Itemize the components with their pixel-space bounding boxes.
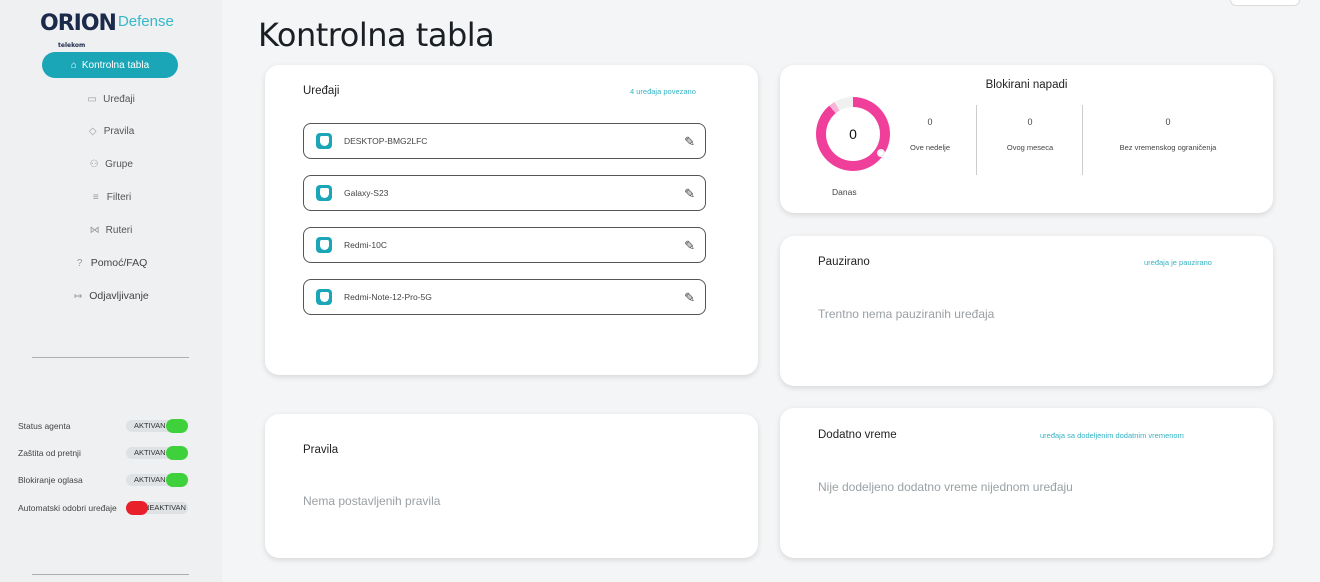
sidebar-item-kontrolna-tabla[interactable]: ⌂ Kontrolna tabla — [42, 52, 178, 78]
sidebar-item-uredjaji[interactable]: ▭ Uređaji — [0, 91, 222, 107]
logo-product: Defense — [117, 13, 174, 30]
edit-icon[interactable]: ✎ — [684, 290, 695, 306]
toggle-knob — [166, 473, 188, 487]
sidebar-item-label: Filteri — [106, 191, 132, 203]
threat-protection-row: Zaštita od pretnji AKTIVAN — [18, 442, 198, 464]
orion-defense-logo[interactable]: ORION telekom Defense — [40, 12, 174, 50]
toggle-knob — [126, 501, 148, 515]
extra-time-empty-text: Nije dodeljeno dodatno vreme nijednom ur… — [818, 480, 1073, 494]
sidebar-item-label: Grupe — [105, 158, 133, 170]
edit-icon[interactable]: ✎ — [684, 134, 695, 150]
month-value: 0 — [1027, 117, 1033, 127]
rules-card: Pravila Nema postavljenih pravila — [265, 414, 758, 558]
status-label: Zaštita od pretnji — [18, 447, 81, 458]
edit-icon[interactable]: ✎ — [684, 186, 695, 202]
logout-icon: ↦ — [74, 290, 83, 302]
router-icon: ⋈ — [89, 224, 100, 236]
today-value: 0 — [826, 107, 880, 161]
week-label: Ove nedelje — [909, 143, 951, 152]
extra-time-card-title: Dodatno vreme — [818, 429, 897, 441]
status-label: Status agenta — [18, 420, 71, 431]
devices-card-title: Uređaji — [303, 85, 340, 97]
device-row[interactable]: Redmi-Note-12-Pro-5G ✎ — [303, 279, 706, 315]
sidebar-item-pomoc[interactable]: ? Pomoć/FAQ — [0, 255, 222, 271]
logo-brand: ORION telekom — [40, 12, 117, 50]
shield-icon — [316, 289, 332, 305]
device-name: Redmi-10C — [344, 240, 387, 250]
toggle-knob — [166, 419, 188, 433]
sidebar-item-ruteri[interactable]: ⋈ Ruteri — [0, 222, 222, 238]
device-row[interactable]: Redmi-10C ✎ — [303, 227, 706, 263]
device-row[interactable]: DESKTOP-BMG2LFC ✎ — [303, 123, 706, 159]
ad-blocking-toggle[interactable]: AKTIVAN — [126, 473, 188, 487]
ring-handle — [877, 149, 885, 157]
today-ring-chart: 0 — [816, 97, 890, 171]
sidebar-divider — [32, 574, 189, 575]
paused-empty-text: Trentno nema pauziranih uređaja — [818, 307, 995, 321]
sidebar-item-filteri[interactable]: ≡ Filteri — [0, 189, 222, 205]
extra-time-card: Dodatno vreme uređaja sa dodeljenim doda… — [780, 408, 1273, 558]
stat-separator — [1082, 105, 1083, 175]
status-agent-toggle[interactable]: AKTIVAN — [126, 419, 188, 433]
devices-count-link[interactable]: 4 uređaja povezano — [630, 87, 696, 96]
device-row[interactable]: Galaxy-S23 ✎ — [303, 175, 706, 211]
sidebar-item-label: Pravila — [103, 125, 135, 137]
page-title: Kontrolna tabla — [258, 16, 495, 54]
sidebar-divider — [32, 357, 189, 358]
shield-icon — [316, 185, 332, 201]
status-agent-row: Status agenta AKTIVAN — [18, 415, 198, 437]
sidebar-item-pravila[interactable]: ◇ Pravila — [0, 123, 222, 139]
filter-icon: ≡ — [92, 191, 99, 203]
toggle-knob — [166, 446, 188, 460]
blocked-card-title: Blokirani napadi — [985, 79, 1068, 91]
total-value: 0 — [1165, 117, 1171, 127]
month-label: Ovog meseca — [1006, 143, 1054, 152]
shield-icon — [316, 133, 332, 149]
edit-icon[interactable]: ✎ — [684, 238, 695, 254]
sidebar-item-label: Pomoć/FAQ — [90, 257, 148, 269]
device-name: Redmi-Note-12-Pro-5G — [344, 292, 432, 302]
rules-card-title: Pravila — [303, 444, 339, 456]
device-name: Galaxy-S23 — [344, 188, 389, 198]
total-label: Bez vremenskog ograničenja — [1119, 143, 1217, 152]
sidebar-item-label: Ruteri — [105, 224, 133, 236]
devices-icon: ▭ — [87, 93, 97, 105]
sidebar-item-grupe[interactable]: ⚇ Grupe — [0, 156, 222, 172]
extra-time-link[interactable]: uređaja sa dodeljenim dodatnim vremenom — [1040, 431, 1184, 440]
week-value: 0 — [927, 117, 933, 127]
sidebar: ORION telekom Defense ⌂ Kontrolna tabla … — [0, 0, 222, 582]
auto-approve-toggle[interactable]: NEAKTIVAN — [126, 501, 188, 515]
sidebar-item-label: Uređaji — [103, 93, 135, 105]
paused-card: Pauzirano uređaja je pauzirano Trentno n… — [780, 236, 1273, 386]
threat-protection-toggle[interactable]: AKTIVAN — [126, 446, 188, 460]
group-icon: ⚇ — [89, 158, 99, 170]
shield-icon — [316, 237, 332, 253]
sidebar-item-label: Kontrolna tabla — [81, 59, 150, 71]
paused-card-title: Pauzirano — [818, 256, 870, 268]
ad-blocking-row: Blokiranje oglasa AKTIVAN — [18, 469, 198, 491]
device-name: DESKTOP-BMG2LFC — [344, 136, 428, 146]
top-right-control[interactable] — [1230, 0, 1300, 6]
sidebar-item-label: Odjavljivanje — [89, 290, 149, 302]
rules-empty-text: Nema postavljenih pravila — [303, 494, 441, 508]
help-icon: ? — [76, 257, 83, 269]
status-label: Blokiranje oglasa — [18, 474, 83, 485]
today-label: Danas — [832, 187, 857, 197]
status-label: Automatski odobri uređaje — [18, 502, 117, 513]
blocked-attacks-card: Blokirani napadi 0 Danas 0 Ove nedelje 0… — [780, 65, 1273, 213]
auto-approve-row: Automatski odobri uređaje NEAKTIVAN — [18, 497, 198, 519]
paused-count-link[interactable]: uređaja je pauzirano — [1144, 258, 1212, 267]
stat-separator — [976, 105, 977, 175]
sidebar-item-odjavljivanje[interactable]: ↦ Odjavljivanje — [0, 288, 222, 304]
devices-card: Uređaji 4 uređaja povezano DESKTOP-BMG2L… — [265, 65, 758, 375]
shield-icon: ◇ — [88, 125, 97, 137]
home-icon: ⌂ — [70, 59, 77, 71]
